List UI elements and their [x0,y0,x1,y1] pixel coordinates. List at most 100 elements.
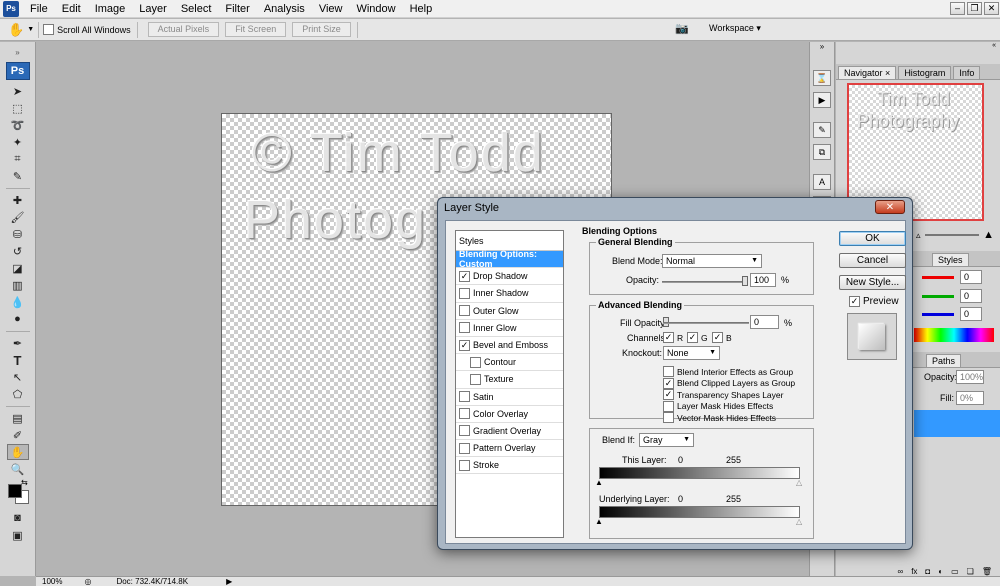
move-tool-icon[interactable]: ➤ [7,83,29,99]
actions-panel-icon[interactable]: ▶ [813,92,831,108]
style-checkbox[interactable] [459,459,470,471]
this-layer-black-slider-icon[interactable]: ▲ [595,479,603,487]
hand-tool-icon[interactable]: ✋ [8,22,24,38]
pen-tool-icon[interactable]: ✒ [7,335,29,351]
styles-header[interactable]: Styles [456,231,563,251]
navigator-zoom-slider[interactable]: ▵ ▲ [916,229,994,241]
blend-mode-select[interactable]: Normal ▼ [662,254,762,268]
panel-dock-grip-icon[interactable]: « [836,42,1000,50]
channel-g-checkbox[interactable]: ✓ [687,332,698,343]
cancel-button[interactable]: Cancel [839,253,906,268]
menu-filter[interactable]: Filter [218,0,256,18]
menu-image[interactable]: Image [88,0,133,18]
bridge-icon[interactable]: 📷 [675,22,693,36]
path-selection-tool-icon[interactable]: ↖ [7,369,29,385]
red-slider[interactable] [922,276,954,279]
hand-tool-icon[interactable]: ✋ [6,444,29,460]
style-checkbox[interactable]: ✓ [459,270,470,282]
zoom-out-icon[interactable]: ▵ [916,230,921,241]
toolbox-grip-icon[interactable]: » [0,42,35,62]
layer-opacity-value[interactable]: 100% [956,370,984,384]
menu-view[interactable]: View [312,0,350,18]
fill-opacity-slider[interactable] [663,322,749,324]
color-spectrum[interactable] [914,328,994,342]
style-checkbox[interactable]: ✓ [459,339,470,351]
style-checkbox[interactable] [459,322,470,334]
brushes-panel-icon[interactable]: ✎ [813,122,831,138]
collapse-icon[interactable]: » [810,42,834,54]
color-sampler-tool-icon[interactable]: ✐ [7,427,29,443]
underlying-black-slider-icon[interactable]: ▲ [595,518,603,526]
advanced-option[interactable]: ✓ Blend Clipped Layers as Group [663,377,795,389]
crop-tool-icon[interactable]: ⌗ [7,151,29,167]
lasso-tool-icon[interactable]: ➰ [7,117,29,133]
minimize-button[interactable]: – [950,2,965,15]
fill-opacity-input[interactable]: 0 [750,315,779,329]
zoom-level[interactable]: 100% [42,577,62,586]
eraser-tool-icon[interactable]: ◪ [7,260,29,276]
preview-toggle[interactable]: ✓ Preview [849,296,899,307]
underlying-layer-gradient[interactable] [599,506,800,518]
tab-styles[interactable]: Styles [932,253,969,266]
advanced-option-checkbox[interactable]: ✓ [663,389,674,401]
style-item[interactable]: ✓ Bevel and Emboss [456,337,563,355]
style-checkbox[interactable] [470,356,481,368]
dodge-tool-icon[interactable]: ● [7,311,29,327]
brush-tool-icon[interactable]: 🖌 [7,209,29,225]
blue-slider[interactable] [922,313,954,316]
tool-preset-dropdown-icon[interactable]: ▼ [27,26,34,33]
type-tool-icon[interactable]: T [7,352,29,368]
advanced-option[interactable]: Vector Mask Hides Effects [663,412,776,424]
scroll-all-windows-checkbox[interactable] [43,24,55,35]
this-layer-gradient[interactable] [599,467,800,479]
selected-layer-row[interactable] [914,410,1000,437]
style-item[interactable]: Inner Glow [456,320,563,337]
fx-icon[interactable]: fx [911,567,917,576]
style-item[interactable]: Contour [456,354,563,372]
advanced-option[interactable]: Layer Mask Hides Effects [663,400,773,412]
style-checkbox[interactable] [459,425,470,437]
quick-mask-icon[interactable]: ◙ [7,510,29,526]
blue-value[interactable]: 0 [960,307,982,321]
preview-checkbox[interactable]: ✓ [849,296,860,307]
this-layer-white-slider-icon[interactable]: △ [796,479,802,487]
shape-tool-icon[interactable]: ⬠ [7,386,29,402]
advanced-option-checkbox[interactable] [663,400,674,412]
opacity-input[interactable]: 100 [750,273,776,287]
style-checkbox[interactable] [470,373,481,385]
tab-histogram[interactable]: Histogram [898,66,952,79]
dialog-close-button[interactable]: ✕ [875,200,905,214]
delete-layer-icon[interactable]: 🗑 [982,567,992,576]
channel-b-checkbox[interactable]: ✓ [712,332,723,343]
style-item[interactable]: Inner Shadow [456,285,563,303]
notes-tool-icon[interactable]: ▤ [7,410,29,426]
style-item[interactable]: Satin [456,389,563,406]
screen-mode-icon[interactable]: ▣ [7,527,29,543]
opacity-slider-thumb[interactable] [742,276,748,286]
style-item[interactable]: Blending Options: Custom [456,249,563,269]
style-item[interactable]: Pattern Overlay [456,440,563,458]
menu-analysis[interactable]: Analysis [257,0,312,18]
tab-navigator[interactable]: Navigator × [838,66,897,79]
underlying-white-slider-icon[interactable]: △ [796,518,802,526]
healing-brush-tool-icon[interactable]: ✚ [7,192,29,208]
history-brush-tool-icon[interactable]: ↺ [7,243,29,259]
advanced-option[interactable]: ✓ Transparency Shapes Layer [663,389,783,401]
gradient-tool-icon[interactable]: ▥ [7,277,29,293]
group-icon[interactable]: ▭ [951,567,959,576]
zoom-track[interactable] [924,234,980,236]
swap-colors-icon[interactable]: ⇆ [21,478,28,487]
menu-window[interactable]: Window [349,0,402,18]
menu-file[interactable]: File [23,0,55,18]
blend-if-select[interactable]: Gray ▼ [639,433,694,447]
green-slider[interactable] [922,295,954,298]
new-style-button[interactable]: New Style... [839,275,906,290]
magic-wand-tool-icon[interactable]: ✦ [7,134,29,150]
style-item[interactable]: Outer Glow [456,303,563,320]
status-menu-icon[interactable]: ▶ [226,577,232,586]
style-item[interactable]: Texture [456,371,563,389]
advanced-option-checkbox[interactable] [663,412,674,424]
style-item[interactable]: ✓ Drop Shadow [456,268,563,286]
clone-source-panel-icon[interactable]: ⧉ [813,144,831,160]
style-checkbox[interactable] [459,391,470,403]
